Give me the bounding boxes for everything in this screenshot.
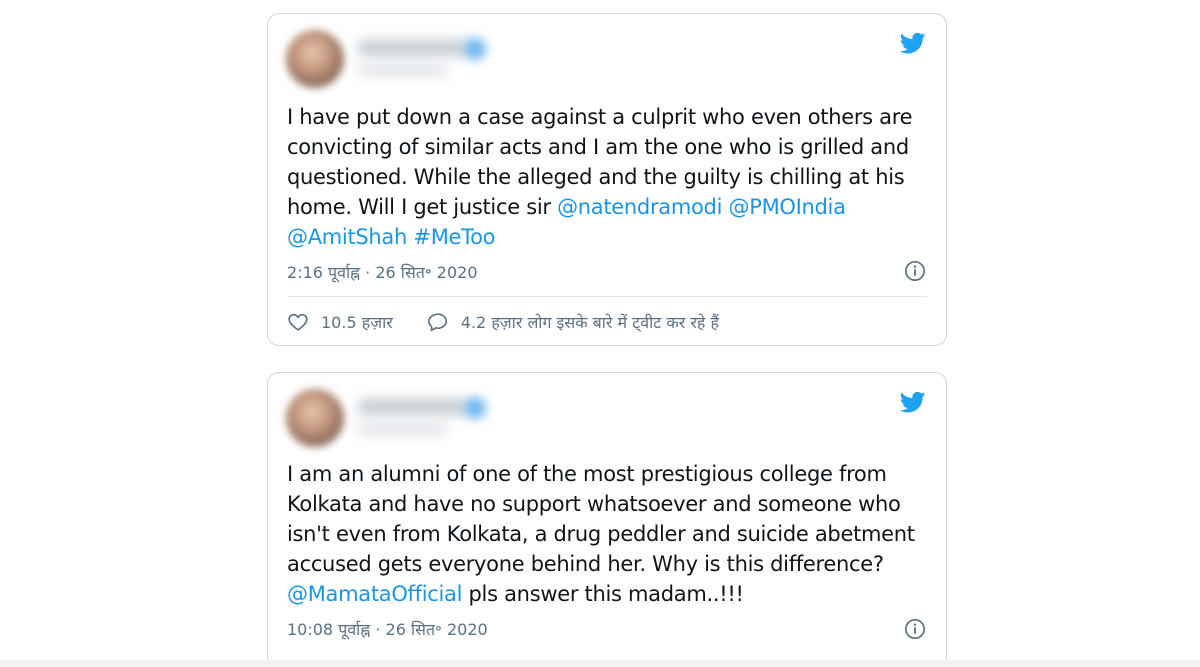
tweeting-count: 4.2 हज़ार लोग इसके बारे में ट्वीट कर रहे… — [460, 313, 719, 332]
tweet-actions: 10.5 हज़ार 4.2 हज़ार लोग इसके बारे में ट… — [287, 310, 753, 334]
speech-bubble-icon — [427, 313, 447, 332]
tweet-text-segment: pls answer this madam..!!! — [462, 582, 744, 606]
tweet-timestamp[interactable]: 10:08 पूर्वाह्न · 26 सित॰ 2020 — [287, 618, 488, 640]
tweet-card[interactable]: I have put down a case against a culprit… — [267, 13, 947, 346]
page-bottom-strip — [0, 660, 1200, 667]
avatar[interactable] — [286, 30, 344, 88]
mention-link[interactable]: @natendramodi — [557, 195, 722, 219]
blurred-display-name — [358, 40, 468, 56]
mention-link[interactable]: @PMOIndia — [729, 195, 846, 219]
page: I have put down a case against a culprit… — [0, 0, 1200, 667]
verified-badge-icon — [464, 38, 486, 60]
mention-link[interactable]: @MamataOfficial — [287, 582, 462, 606]
divider — [287, 296, 927, 297]
heart-icon — [288, 313, 308, 331]
mention-link[interactable]: @AmitShah — [287, 225, 407, 249]
tweet-text-segment: I am an alumni of one of the most presti… — [287, 462, 915, 576]
tweet-author[interactable] — [286, 385, 506, 449]
blurred-display-name — [358, 399, 468, 415]
like-button[interactable]: 10.5 हज़ार — [287, 311, 393, 333]
hashtag-link[interactable]: #MeToo — [413, 225, 495, 249]
twitter-bird-icon[interactable] — [898, 389, 928, 415]
tweet-author[interactable] — [286, 26, 506, 90]
tweet-text: I am an alumni of one of the most presti… — [287, 459, 917, 609]
tweet-timestamp[interactable]: 2:16 पूर्वाह्न · 26 सित॰ 2020 — [287, 261, 478, 283]
avatar[interactable] — [286, 389, 344, 447]
blurred-handle — [358, 423, 448, 435]
tweet-text: I have put down a case against a culprit… — [287, 102, 917, 252]
verified-badge-icon — [464, 397, 486, 419]
info-icon[interactable] — [904, 618, 926, 640]
twitter-bird-icon[interactable] — [898, 30, 928, 56]
tweet-card[interactable]: I am an alumni of one of the most presti… — [267, 372, 947, 667]
like-count: 10.5 हज़ार — [321, 313, 393, 332]
info-icon[interactable] — [904, 260, 926, 282]
blurred-handle — [358, 64, 448, 76]
tweeting-about-link[interactable]: 4.2 हज़ार लोग इसके बारे में ट्वीट कर रहे… — [427, 311, 719, 333]
